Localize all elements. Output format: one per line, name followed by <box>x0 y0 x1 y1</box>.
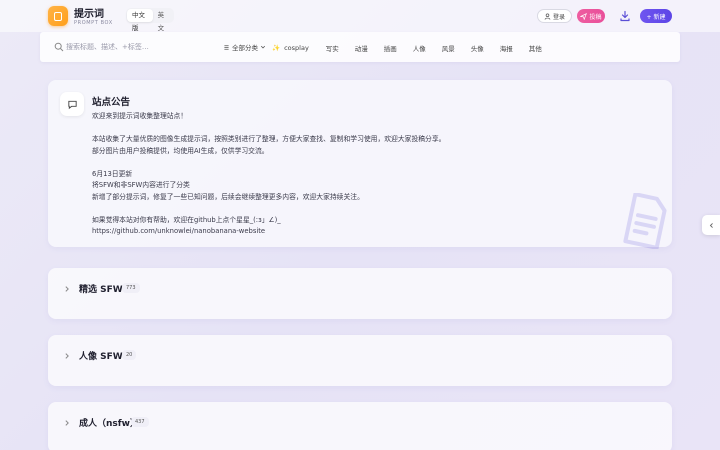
tag-item[interactable]: 其他 <box>529 43 542 53</box>
tag-item[interactable]: 头像 <box>471 43 484 53</box>
submit-label: 投稿 <box>589 13 602 21</box>
notice-line: 欢迎来到提示词收集整理站点！ <box>92 112 188 120</box>
section-title: 人像 SFW <box>79 352 123 362</box>
notice-line: 如果觉得本站对你有帮助，欢迎在github上点个星星_(:з」∠)_ <box>92 215 281 224</box>
download-icon[interactable] <box>619 10 631 22</box>
notice-line <box>92 203 612 215</box>
app-subtitle: PROMPT BOX <box>74 20 113 26</box>
notice-line: 部分图片由用户投稿提供，均使用AI生成，仅供学习交流。 <box>92 146 269 155</box>
tag-item[interactable]: 人像 <box>413 43 426 53</box>
top-header: 提示词 PROMPT BOX 中文版 英文 登录 投稿 + 新建 <box>0 0 720 32</box>
section-count: 437 <box>131 417 149 427</box>
chevron-left-icon <box>709 222 713 228</box>
login-label: 登录 <box>552 13 565 21</box>
sparkle-icon: ✨ <box>272 43 281 52</box>
notice-line <box>92 157 612 169</box>
chevron-right-icon <box>65 286 69 292</box>
chevron-right-icon <box>65 420 69 426</box>
section-title: 成人（nsfw） <box>79 419 139 429</box>
section-portrait-sfw[interactable]: 人像 SFW 20 <box>48 335 672 386</box>
notice-line: 新增了部分提示词，修复了一些已知问题，后续会继续整理更多内容，欢迎大家持续关注。 <box>92 192 364 201</box>
document-icon <box>623 193 667 249</box>
notice-line: 本站收集了大量优质的图像生成提示词，按照类别进行了整理，方便大家查找、复制和学习… <box>92 135 446 143</box>
list-icon <box>224 44 229 50</box>
tag-item[interactable]: 写实 <box>326 43 339 53</box>
tag-cosplay[interactable]: cosplay <box>284 44 309 52</box>
login-button[interactable]: 登录 <box>537 9 572 23</box>
tag-list: ✨ cosplay 写实 动漫 插画 人像 风景 头像 海报 其他 <box>272 42 558 53</box>
app-title: 提示词 <box>74 9 104 20</box>
notice-card: 站点公告 欢迎来到提示词收集整理站点！ 本站收集了大量优质的图像生成提示词，按照… <box>48 80 672 249</box>
language-switch: 中文版 英文 <box>126 8 174 32</box>
user-icon <box>544 12 551 20</box>
tag-item[interactable]: 海报 <box>500 43 513 53</box>
logo-icon <box>54 11 62 21</box>
notice-line: 6月13日更新 <box>92 169 133 178</box>
tag-item[interactable]: 插画 <box>384 43 397 53</box>
submit-button[interactable]: 投稿 <box>577 9 605 23</box>
section-nsfw[interactable]: 成人（nsfw） 437 <box>48 402 672 450</box>
category-dropdown[interactable]: 全部分类 <box>223 41 266 53</box>
send-icon <box>580 12 588 20</box>
search-icon <box>54 42 64 52</box>
sidebar-toggle[interactable] <box>702 215 720 235</box>
notice-line <box>92 123 612 135</box>
lang-option-english[interactable]: 英文 <box>153 9 173 32</box>
category-label: 全部分类 <box>232 44 258 52</box>
chevron-down-icon <box>260 45 266 49</box>
notice-line: 将SFW和非SFW内容进行了分类 <box>92 181 190 189</box>
message-icon <box>60 92 84 116</box>
section-count: 20 <box>122 350 137 360</box>
chevron-right-icon <box>65 353 69 359</box>
section-count: 773 <box>122 283 140 293</box>
section-title: 精选 SFW <box>79 285 123 295</box>
lang-option-chinese[interactable]: 中文版 <box>127 9 153 32</box>
tag-item[interactable]: 动漫 <box>355 43 368 53</box>
new-button[interactable]: + 新建 <box>640 9 672 23</box>
notice-body: 欢迎来到提示词收集整理站点！ 本站收集了大量优质的图像生成提示词，按照类别进行了… <box>92 111 612 238</box>
search-input[interactable] <box>66 41 216 53</box>
notice-link[interactable]: https://github.com/unknowlei/nanobanana-… <box>92 226 612 238</box>
tag-item[interactable]: 风景 <box>442 43 455 53</box>
logo[interactable] <box>48 6 68 26</box>
search-bar: 全部分类 ✨ cosplay 写实 动漫 插画 人像 风景 头像 海报 其他 <box>40 32 680 62</box>
section-featured-sfw[interactable]: 精选 SFW 773 <box>48 268 672 319</box>
notice-title: 站点公告 <box>92 97 131 108</box>
